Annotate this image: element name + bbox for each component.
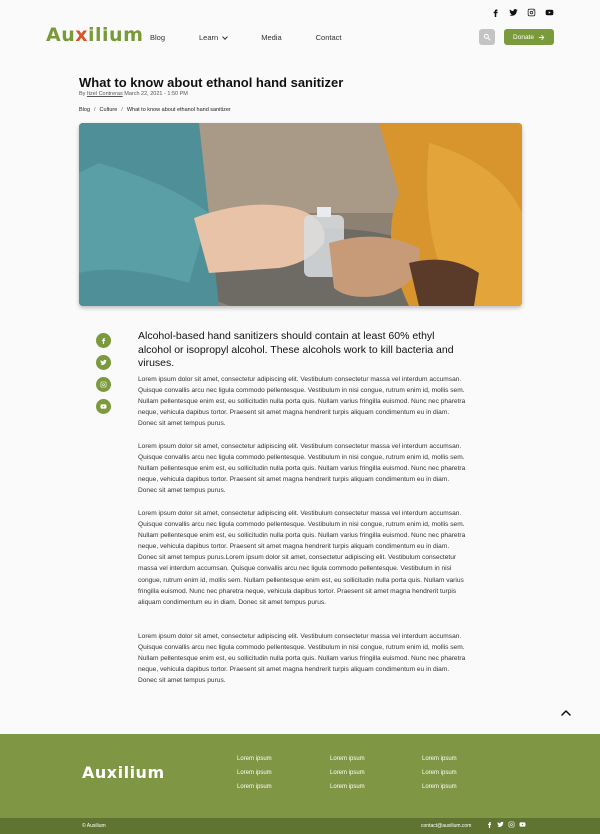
chevron-down-icon — [222, 34, 229, 40]
nav-item-media[interactable]: Media — [261, 33, 281, 42]
share-icons — [96, 333, 111, 414]
site-header: Auxilium Blog Learn Media Contact Donate — [46, 24, 554, 50]
logo-text-start: Au — [46, 24, 76, 46]
share-youtube-button[interactable] — [96, 399, 111, 414]
share-facebook-button[interactable] — [96, 333, 111, 348]
article-paragraph: Lorem ipsum dolor sit amet, consectetur … — [138, 633, 466, 685]
contact-email-link[interactable]: contact@auxilium.com — [421, 823, 471, 829]
footer-link[interactable]: Lorem ipsum — [237, 770, 272, 777]
footer-link[interactable]: Lorem ipsum — [422, 770, 457, 777]
breadcrumb-separator: / — [94, 107, 96, 113]
search-button[interactable] — [479, 29, 495, 45]
breadcrumb: Blog / Culture / What to know about etha… — [79, 107, 231, 113]
top-social-bar — [491, 8, 554, 17]
nav-item-learn[interactable]: Learn — [199, 33, 229, 42]
search-icon — [483, 33, 491, 41]
share-instagram-button[interactable] — [96, 377, 111, 392]
donate-label: Donate — [513, 33, 534, 41]
footer-link[interactable]: Lorem ipsum — [237, 784, 272, 791]
breadcrumb-culture[interactable]: Culture — [100, 107, 118, 113]
article-title: What to know about ethanol hand sanitize… — [79, 75, 344, 90]
facebook-icon[interactable] — [486, 821, 493, 828]
author-link[interactable]: Itzel Contreras — [87, 91, 123, 97]
share-twitter-button[interactable] — [96, 355, 111, 370]
breadcrumb-separator: / — [121, 107, 123, 113]
facebook-icon[interactable] — [491, 8, 500, 17]
site-footer: Auxilium Lorem ipsum Lorem ipsum Lorem i… — [0, 734, 600, 818]
copyright-text: © Auxilium — [82, 823, 106, 829]
article-paragraph: Lorem ipsum dolor sit amet, consectetur … — [138, 443, 466, 495]
footer-column: Lorem ipsum Lorem ipsum Lorem ipsum — [422, 756, 457, 791]
chevron-up-icon — [561, 710, 571, 716]
footer-bottom-bar: © Auxilium contact@auxilium.com — [0, 818, 600, 834]
footer-link[interactable]: Lorem ipsum — [237, 756, 272, 763]
site-logo[interactable]: Auxilium — [46, 24, 143, 46]
nav-item-contact[interactable]: Contact — [316, 33, 342, 42]
footer-link[interactable]: Lorem ipsum — [422, 756, 457, 763]
instagram-icon[interactable] — [508, 821, 515, 828]
footer-link[interactable]: Lorem ipsum — [330, 770, 365, 777]
instagram-icon — [100, 381, 107, 388]
footer-link[interactable]: Lorem ipsum — [330, 756, 365, 763]
breadcrumb-blog[interactable]: Blog — [79, 107, 90, 113]
article-paragraph: Lorem ipsum dolor sit amet, consectetur … — [138, 376, 466, 428]
footer-column: Lorem ipsum Lorem ipsum Lorem ipsum — [237, 756, 272, 791]
footer-social — [486, 821, 526, 828]
instagram-icon[interactable] — [527, 8, 536, 17]
footer-logo[interactable]: Auxilium — [82, 763, 165, 782]
footer-link[interactable]: Lorem ipsum — [330, 784, 365, 791]
logo-x: x — [75, 24, 88, 46]
donate-button[interactable]: Donate — [504, 29, 554, 45]
publish-date: March 22, 2021 - 1:50 PM — [124, 91, 188, 97]
logo-text-end: ilium — [88, 24, 144, 46]
article-paragraph: Lorem ipsum dolor sit amet, consectetur … — [138, 510, 466, 606]
back-to-top-button[interactable] — [560, 706, 572, 718]
arrow-right-icon — [538, 34, 545, 40]
twitter-icon[interactable] — [497, 821, 504, 828]
footer-column: Lorem ipsum Lorem ipsum Lorem ipsum — [330, 756, 365, 791]
hero-image — [79, 123, 522, 306]
article-lead: Alcohol-based hand sanitizers should con… — [138, 330, 454, 369]
byline-prefix: By — [79, 91, 86, 97]
youtube-icon — [100, 404, 107, 409]
youtube-icon[interactable] — [519, 821, 526, 828]
twitter-icon[interactable] — [509, 8, 518, 17]
nav-item-learn-label: Learn — [199, 33, 219, 42]
facebook-icon — [102, 338, 106, 344]
breadcrumb-current: What to know about ethanol hand sanitize… — [126, 107, 231, 113]
main-nav: Blog Learn Media Contact — [150, 33, 376, 42]
nav-item-blog[interactable]: Blog — [150, 33, 165, 42]
footer-link[interactable]: Lorem ipsum — [422, 784, 457, 791]
twitter-icon — [100, 359, 107, 366]
youtube-icon[interactable] — [545, 8, 554, 17]
article-byline: By Itzel Contreras March 22, 2021 - 1:50… — [79, 91, 188, 97]
